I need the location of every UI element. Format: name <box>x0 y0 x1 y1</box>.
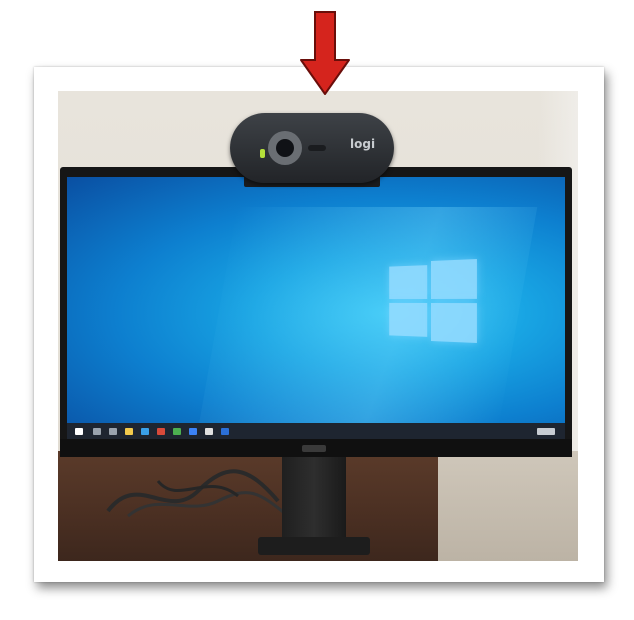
image-stage: logi <box>0 0 634 620</box>
app-icon <box>205 428 213 435</box>
photo: logi <box>58 91 578 561</box>
webcam-led <box>260 149 265 158</box>
windows-logo-pane <box>431 303 477 343</box>
webcam-lens <box>276 139 294 157</box>
app-icon <box>221 428 229 435</box>
monitor-stand <box>282 449 346 541</box>
windows-logo-pane <box>389 302 428 337</box>
down-arrow-icon <box>300 11 350 95</box>
webcam-logo: logi <box>350 137 376 151</box>
browser-icon <box>141 428 149 435</box>
app-icon <box>157 428 165 435</box>
monitor-stand-base <box>258 537 370 555</box>
light-beam <box>196 207 538 437</box>
monitor-bezel <box>60 439 572 457</box>
windows-logo-icon <box>389 259 477 343</box>
monitor-brand-mark <box>302 445 326 452</box>
webcam: logi <box>230 113 394 183</box>
windows-logo-pane <box>389 265 428 300</box>
taskview-icon <box>109 428 117 435</box>
folder-icon <box>125 428 133 435</box>
photo-frame: logi <box>34 67 604 582</box>
webcam-mic-slot <box>308 145 326 151</box>
windows-logo-pane <box>431 259 477 299</box>
start-icon <box>75 428 83 435</box>
monitor <box>60 167 572 457</box>
app-icon <box>173 428 181 435</box>
taskbar <box>67 423 565 439</box>
cables <box>106 469 289 518</box>
clock-icon <box>537 428 555 435</box>
search-icon <box>93 428 101 435</box>
desk-surface-right <box>438 451 578 561</box>
app-icon <box>189 428 197 435</box>
monitor-screen <box>67 177 565 439</box>
